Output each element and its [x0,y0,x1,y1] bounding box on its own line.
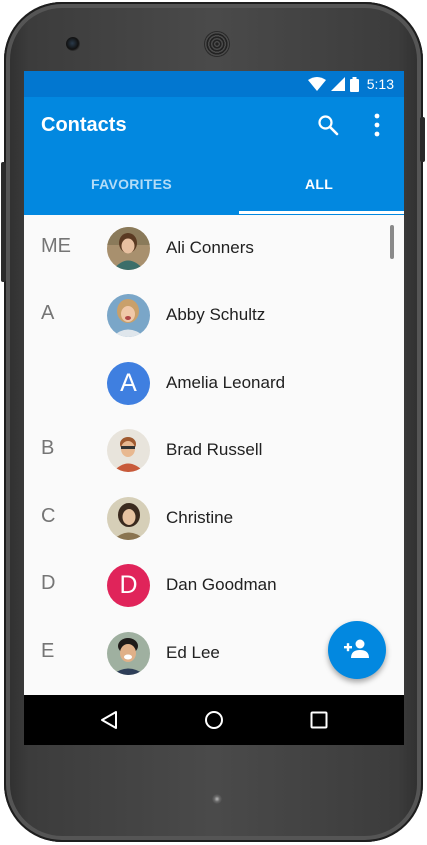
avatar-initial: D [107,564,150,607]
tab-bar: FAVORITES ALL [24,153,404,215]
recents-icon[interactable] [310,711,328,729]
section-letter: ME [41,235,71,257]
contact-name: Ed Lee [166,643,220,662]
tab-all[interactable]: ALL [234,153,404,215]
status-time: 5:13 [366,76,394,92]
section-letter: D [41,572,56,594]
screen: 5:13 Contacts FAVORITES ALL ME Ali Conne… [24,71,404,745]
contact-name: Abby Schultz [166,305,266,324]
home-icon[interactable] [204,710,224,730]
app-title: Contacts [41,114,127,136]
contact-name: Amelia Leonard [166,373,286,392]
avatar-photo [107,429,150,472]
tab-favorites[interactable]: FAVORITES [49,153,214,215]
avatar-photo [107,497,150,540]
notification-led [212,794,222,804]
front-camera [66,37,80,51]
add-contact-button[interactable] [328,621,386,679]
section-letter: E [41,640,55,662]
more-vert-icon[interactable] [366,112,388,138]
wifi-icon [307,77,326,91]
battery-icon [349,76,359,92]
app-bar: Contacts [24,97,404,153]
add-person-icon [344,638,370,663]
power-button [1,162,6,282]
avatar-photo [107,294,150,337]
contact-row[interactable]: B Brad Russell [24,417,404,484]
search-icon[interactable] [317,114,339,136]
earpiece-speaker [205,32,229,56]
avatar-photo [107,227,150,270]
contact-row[interactable]: A Abby Schultz [24,282,404,349]
volume-button [420,117,425,162]
contact-name: Brad Russell [166,440,263,459]
signal-icon [330,77,345,91]
avatar-photo [107,632,150,675]
section-letter: C [41,505,56,527]
section-letter: A [41,302,55,324]
contact-name: Christine [166,508,234,527]
scrollbar[interactable] [390,225,394,259]
avatar-initial-letter: D [119,571,138,599]
navigation-bar [24,695,404,745]
contact-name: Dan Goodman [166,575,277,594]
status-bar: 5:13 [24,71,404,97]
contact-row[interactable]: D D Dan Goodman [24,552,404,619]
avatar-initial-letter: A [120,369,137,397]
contact-row[interactable]: ME Ali Conners [24,215,404,282]
section-letter: B [41,437,55,459]
avatar-initial: A [107,362,150,405]
contact-row[interactable]: C Christine [24,485,404,552]
contact-name: Ali Conners [166,238,254,257]
back-icon[interactable] [99,710,119,730]
contact-row[interactable]: A Amelia Leonard [24,350,404,417]
tab-indicator [239,211,404,214]
